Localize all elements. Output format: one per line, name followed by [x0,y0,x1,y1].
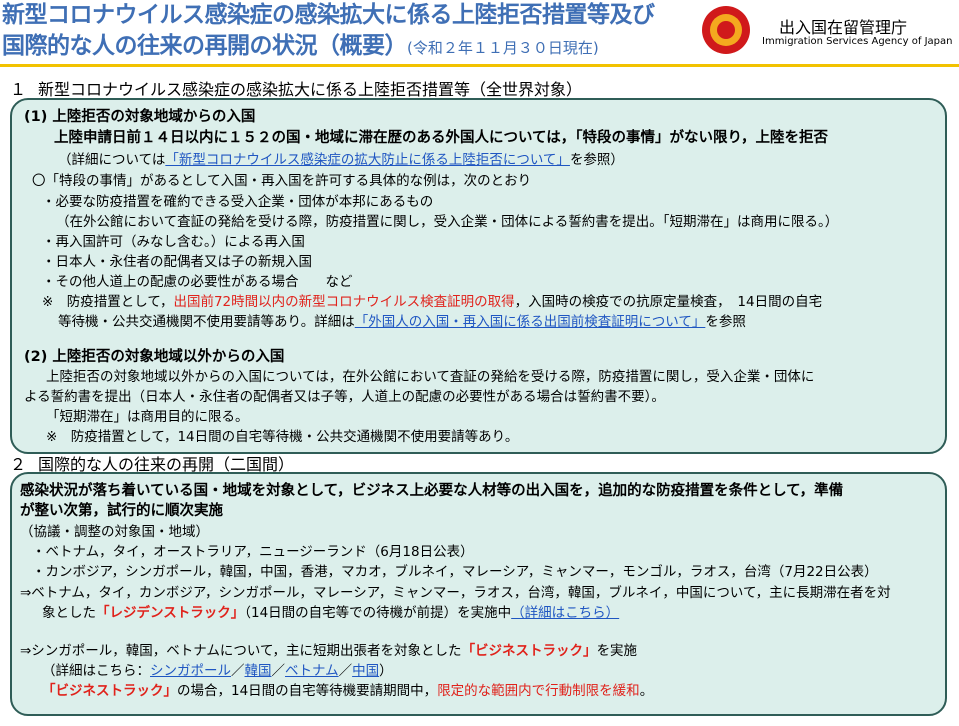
pre-departure-test-highlight: 出国前72時間以内の新型コロナウイルス検査証明の取得 [173,294,515,310]
quarantine-note: ※ 防疫措置として，出国前72時間以内の新型コロナウイルス検査証明の取得，入国時… [42,294,823,310]
business-track-relaxation: 「ビジネストラック」の場合，14日間の自宅等待機要請期間中，限定的な範囲内で行動… [42,683,654,699]
vietnam-link[interactable]: ベトナム [285,663,339,679]
targets-label: （協議・調整の対象国・地域） [20,524,209,540]
subsection-2-note: ※ 防疫措置として，14日間の自宅等待機・公共交通機関不使用要請等あり。 [46,429,519,445]
residence-track-details-link[interactable]: （詳細はこちら） [511,605,619,621]
residence-track-text: ⇒ベトナム，タイ，カンボジア，シンガポール，マレーシア，ミャンマー，ラオス，台湾… [20,585,891,601]
section-2-lead-cont: が整い次第，試行的に順次実施 [20,503,223,519]
agency-name-en: Immigration Services Agency of Japan [762,36,953,47]
section-1-number: １ [10,80,27,99]
title-date: (令和２年１１月３０日現在) [407,39,599,57]
agency-name-jp: 出入国在留管理庁 [779,18,908,37]
korea-link[interactable]: 韓国 [245,663,272,679]
agency-emblem-icon [702,6,750,54]
subsection-2-text: 上陸拒否の対象地域以外からの入国については，在外公館において査証の発給を受ける際… [46,369,815,385]
subsection-1-reference: （詳細については「新型コロナウイルス感染症の拡大防止に係る上陸拒否について」を参… [58,152,624,168]
section-1-title: 新型コロナウイルス感染症の感染拡大に係る上陸拒否措置等（全世界対象） [38,80,583,99]
document-title: 新型コロナウイルス感染症の感染拡大に係る上陸拒否措置等及び 国際的な人の往来の再… [2,0,655,64]
quarantine-note-cont: 等待機・公共交通機関不使用要請等あり。詳細は「外国人の入国・再入国に係る出国前検… [58,314,746,330]
relaxation-highlight: 限定的な範囲内で行動制限を緩和 [437,683,640,699]
example-item: ・必要な防疫措置を確約できる受入企業・団体が本邦にあるもの [42,194,434,210]
examples-intro: 〇「特段の事情」があるとして入国・再入国を許可する具体的な例は，次のとおり [32,173,532,189]
business-track-links: （詳細はこちら：シンガポール／韓国／ベトナム／中国） [42,663,393,679]
document-header: 新型コロナウイルス感染症の感染拡大に係る上陸拒否措置等及び 国際的な人の往来の再… [0,0,959,68]
residence-track-highlight: 「レジデンストラック」 [96,605,245,621]
section-1-box: (1) 上陸拒否の対象地域からの入国 上陸申請日前１４日以内に１５２の国・地域に… [10,98,947,454]
example-note: （在外公館において査証の発給を受ける際，防疫措置に関し，受入企業・団体による誓約… [56,214,839,230]
section-2-box: 感染状況が落ち着いている国・地域を対象として，ビジネス上必要な人材等の出入国を，… [10,472,947,716]
entry-refusal-link[interactable]: 「新型コロナウイルス感染症の拡大防止に係る上陸拒否について」 [165,152,570,168]
subsection-2-text: 「短期滞在」は商用目的に限る。 [46,409,249,425]
example-item: ・その他人道上の配慮の必要性がある場合 など [42,274,353,290]
business-track-text: ⇒シンガポール，韓国，ベトナムについて，主に短期出張者を対象とした「ビジネストラ… [20,643,638,659]
china-link[interactable]: 中国 [352,663,379,679]
subsection-1-heading: (1) 上陸拒否の対象地域からの入国 [24,109,256,125]
subsection-2-heading: (2) 上陸拒否の対象地域以外からの入国 [24,349,285,365]
section-1-heading: １ 新型コロナウイルス感染症の感染拡大に係る上陸拒否措置等（全世界対象） [10,76,582,100]
subsection-2-text: よる誓約書を提出（日本人・永住者の配偶者又は子等，人道上の配慮の必要性がある場合… [24,389,665,405]
example-item: ・再入国許可（みなし含む。）による再入国 [42,234,305,250]
residence-track-text-cont: 象とした「レジデンストラック」（14日間の自宅等での待機が前提）を実施中（詳細は… [42,605,620,621]
example-item: ・日本人・永住者の配偶者又は子の新規入国 [42,254,312,270]
singapore-link[interactable]: シンガポール [150,663,231,679]
subsection-1-lead: 上陸申請日前１４日以内に１５２の国・地域に滞在歴のある外国人については，「特段の… [54,130,829,146]
section-2-lead: 感染状況が落ち着いている国・地域を対象として，ビジネス上必要な人材等の出入国を，… [20,483,844,499]
targets-item: ・ベトナム，タイ，オーストラリア，ニュージーランド（6月18日公表） [32,544,474,560]
targets-item: ・カンボジア，シンガポール，韓国，中国，香港，マカオ，ブルネイ，マレーシア，ミャ… [32,564,878,580]
title-line-2: 国際的な人の往来の再開の状況（概要） [2,33,408,59]
title-divider [0,64,959,67]
business-track-highlight: 「ビジネストラック」 [461,643,597,659]
title-line-1: 新型コロナウイルス感染症の感染拡大に係る上陸拒否措置等及び [2,2,655,28]
pre-departure-certificate-link[interactable]: 「外国人の入国・再入国に係る出国前検査証明について」 [355,314,706,330]
